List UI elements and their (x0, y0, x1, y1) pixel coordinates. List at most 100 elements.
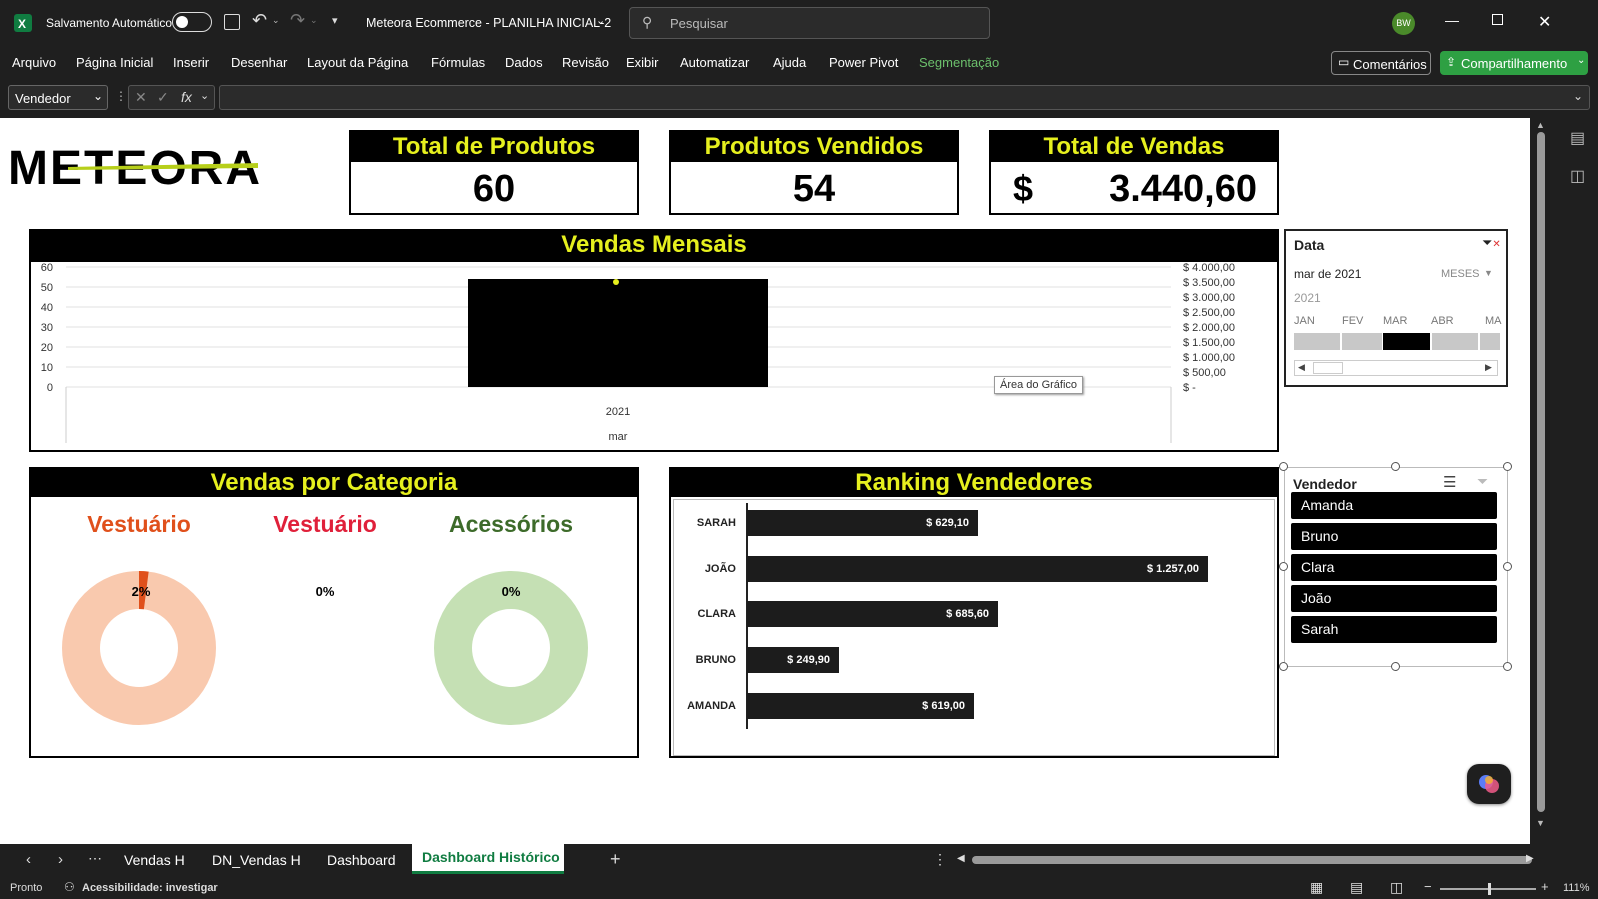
menu-revisao[interactable]: Revisão (562, 55, 609, 70)
tab-dashboard-historico[interactable]: Dashboard Histórico (412, 844, 564, 874)
ranking-bar[interactable]: $ 685,60 (747, 601, 998, 627)
line-marker-2021-mar[interactable] (613, 279, 619, 285)
vertical-scrollbar[interactable]: ▲ ▼ (1534, 118, 1548, 844)
menu-segmentacao[interactable]: Segmentação (919, 55, 999, 70)
monthly-sales-chart[interactable]: Vendas Mensais 60 50 40 30 20 10 0 $ 4.000,00 $ … (29, 229, 1279, 452)
expand-formula-chevron-icon[interactable]: ⌄ (1573, 89, 1583, 103)
document-title[interactable]: Meteora Ecommerce - PLANILHA INICIAL-2 (366, 16, 611, 30)
undo-icon[interactable]: ↶ (252, 10, 267, 31)
next-sheet-icon[interactable]: › (58, 851, 63, 868)
cancel-x-icon[interactable]: ✕ (135, 89, 147, 106)
menu-pagina-inicial[interactable]: Página Inicial (76, 55, 153, 70)
resize-handle-tr[interactable] (1503, 462, 1512, 471)
confirm-check-icon[interactable]: ✓ (157, 89, 169, 106)
save-icon[interactable] (224, 14, 240, 30)
scroll-thumb[interactable] (1313, 362, 1343, 374)
menu-dados[interactable]: Dados (505, 55, 543, 70)
resize-handle-t[interactable] (1391, 462, 1400, 471)
tab-dn-vendas-h[interactable]: DN_Vendas H (212, 852, 301, 868)
close-icon[interactable]: ✕ (1538, 12, 1551, 32)
resize-handle-br[interactable] (1503, 662, 1512, 671)
redo-dropdown-icon[interactable]: ⌄ (310, 15, 318, 26)
seller-item-bruno[interactable]: Bruno (1291, 523, 1497, 550)
clear-filter-icon[interactable]: ⏷✕ (1482, 235, 1501, 251)
name-box[interactable]: Vendedor ⌄ (8, 85, 108, 110)
menu-ajuda[interactable]: Ajuda (773, 55, 806, 70)
timeline-cell-jan[interactable] (1294, 333, 1340, 350)
scroll-left-icon[interactable]: ◀ (1298, 362, 1305, 373)
resize-handle-tl[interactable] (1279, 462, 1288, 471)
timeline-cell-mai[interactable] (1480, 333, 1500, 350)
ranking-bar[interactable]: $ 619,00 (747, 693, 974, 719)
resize-handle-r[interactable] (1503, 562, 1512, 571)
ranking-bar[interactable]: $ 1.257,00 (747, 556, 1208, 582)
prev-sheet-icon[interactable]: ‹ (26, 851, 31, 868)
title-chevron-down-icon[interactable]: ⌄ (596, 14, 605, 27)
restore-icon[interactable] (1492, 14, 1503, 25)
multi-select-icon[interactable]: ☰ (1443, 473, 1456, 491)
menu-layout-pagina[interactable]: Layout da Página (307, 55, 408, 70)
normal-view-icon[interactable]: ▦ (1310, 879, 1323, 896)
ranking-bar[interactable]: $ 629,10 (747, 510, 978, 536)
avatar[interactable]: BW (1392, 12, 1415, 35)
menu-inserir[interactable]: Inserir (173, 55, 209, 70)
redo-icon[interactable]: ↷ (290, 10, 305, 31)
date-slicer[interactable]: Data ⏷✕ mar de 2021 MESES ▼ 2021 JAN FEV… (1284, 229, 1508, 387)
zoom-level[interactable]: 111% (1563, 882, 1590, 894)
resize-handle-b[interactable] (1391, 662, 1400, 671)
scroll-right-icon[interactable]: ▶ (1485, 362, 1492, 373)
clear-filter-icon[interactable]: ⏷ (1477, 473, 1488, 490)
seller-item-joao[interactable]: João (1291, 585, 1497, 612)
panel-view-icon[interactable]: ◫ (1570, 166, 1585, 186)
resize-handle-l[interactable] (1279, 562, 1288, 571)
search-input[interactable]: Pesquisar (670, 16, 728, 31)
fx-chevron-icon[interactable]: ⌄ (200, 89, 209, 102)
menu-exibir[interactable]: Exibir (626, 55, 659, 70)
more-options-icon[interactable]: ⋮ (115, 89, 127, 103)
hscroll-right-icon[interactable]: ▶ (1526, 853, 1534, 864)
timeline-scrollbar[interactable]: ◀ ▶ (1294, 360, 1498, 376)
horizontal-scrollbar-thumb[interactable] (972, 856, 1532, 864)
share-chevron-down-icon[interactable]: ⌄ (1577, 55, 1585, 66)
tab-dashboard[interactable]: Dashboard (327, 852, 396, 868)
search-box[interactable]: ⚲ Pesquisar (629, 7, 990, 39)
resize-handle-bl[interactable] (1279, 662, 1288, 671)
time-level-chevron-icon[interactable]: ▼ (1484, 268, 1493, 278)
undo-dropdown-icon[interactable]: ⌄ (272, 15, 280, 26)
add-sheet-icon[interactable]: + (610, 849, 621, 870)
page-view-icon[interactable]: ▤ (1570, 128, 1585, 148)
fx-icon[interactable]: fx (181, 89, 192, 105)
menu-desenhar[interactable]: Desenhar (231, 55, 287, 70)
category-sales-panel[interactable]: Vendas por Categoria Vestuário 2% Vestuári… (29, 467, 639, 758)
zoom-out-icon[interactable]: − (1424, 879, 1432, 894)
hscroll-left-icon[interactable]: ◀ (957, 853, 965, 864)
time-level-dropdown[interactable]: MESES (1441, 268, 1480, 280)
timeline-cell-mar[interactable] (1383, 333, 1430, 350)
menu-power-pivot[interactable]: Power Pivot (829, 55, 898, 70)
timeline-cell-abr[interactable] (1432, 333, 1478, 350)
scroll-down-icon[interactable]: ▼ (1536, 818, 1545, 828)
comments-button[interactable]: ▭ Comentários (1331, 51, 1431, 75)
page-layout-icon[interactable]: ▤ (1350, 879, 1363, 896)
menu-automatizar[interactable]: Automatizar (680, 55, 749, 70)
menu-arquivo[interactable]: Arquivo (12, 55, 56, 70)
menu-formulas[interactable]: Fórmulas (431, 55, 485, 70)
minimize-icon[interactable]: — (1445, 12, 1459, 28)
zoom-slider[interactable] (1440, 883, 1536, 895)
formula-input[interactable]: ⌄ (219, 85, 1590, 110)
customize-toolbar-icon[interactable]: ▾ (332, 14, 338, 27)
scroll-up-icon[interactable]: ▲ (1536, 120, 1545, 130)
zoom-thumb[interactable] (1488, 883, 1491, 895)
monthly-chart-plot[interactable]: 60 50 40 30 20 10 0 $ 4.000,00 $ 3.500,00 $ 3.000… (31, 261, 1277, 451)
zoom-in-icon[interactable]: + (1541, 879, 1549, 894)
accessibility-status[interactable]: Acessibilidade: investigar (82, 882, 218, 894)
tab-vendas-h[interactable]: Vendas H (124, 852, 185, 868)
vertical-scroll-thumb[interactable] (1537, 132, 1545, 812)
seller-item-amanda[interactable]: Amanda (1291, 492, 1497, 519)
seller-item-clara[interactable]: Clara (1291, 554, 1497, 581)
autosave-toggle[interactable] (172, 12, 212, 32)
bar-2021-mar[interactable] (468, 279, 768, 387)
page-break-icon[interactable]: ◫ (1390, 879, 1403, 896)
timeline-cell-fev[interactable] (1342, 333, 1382, 350)
copilot-button[interactable] (1467, 764, 1511, 804)
